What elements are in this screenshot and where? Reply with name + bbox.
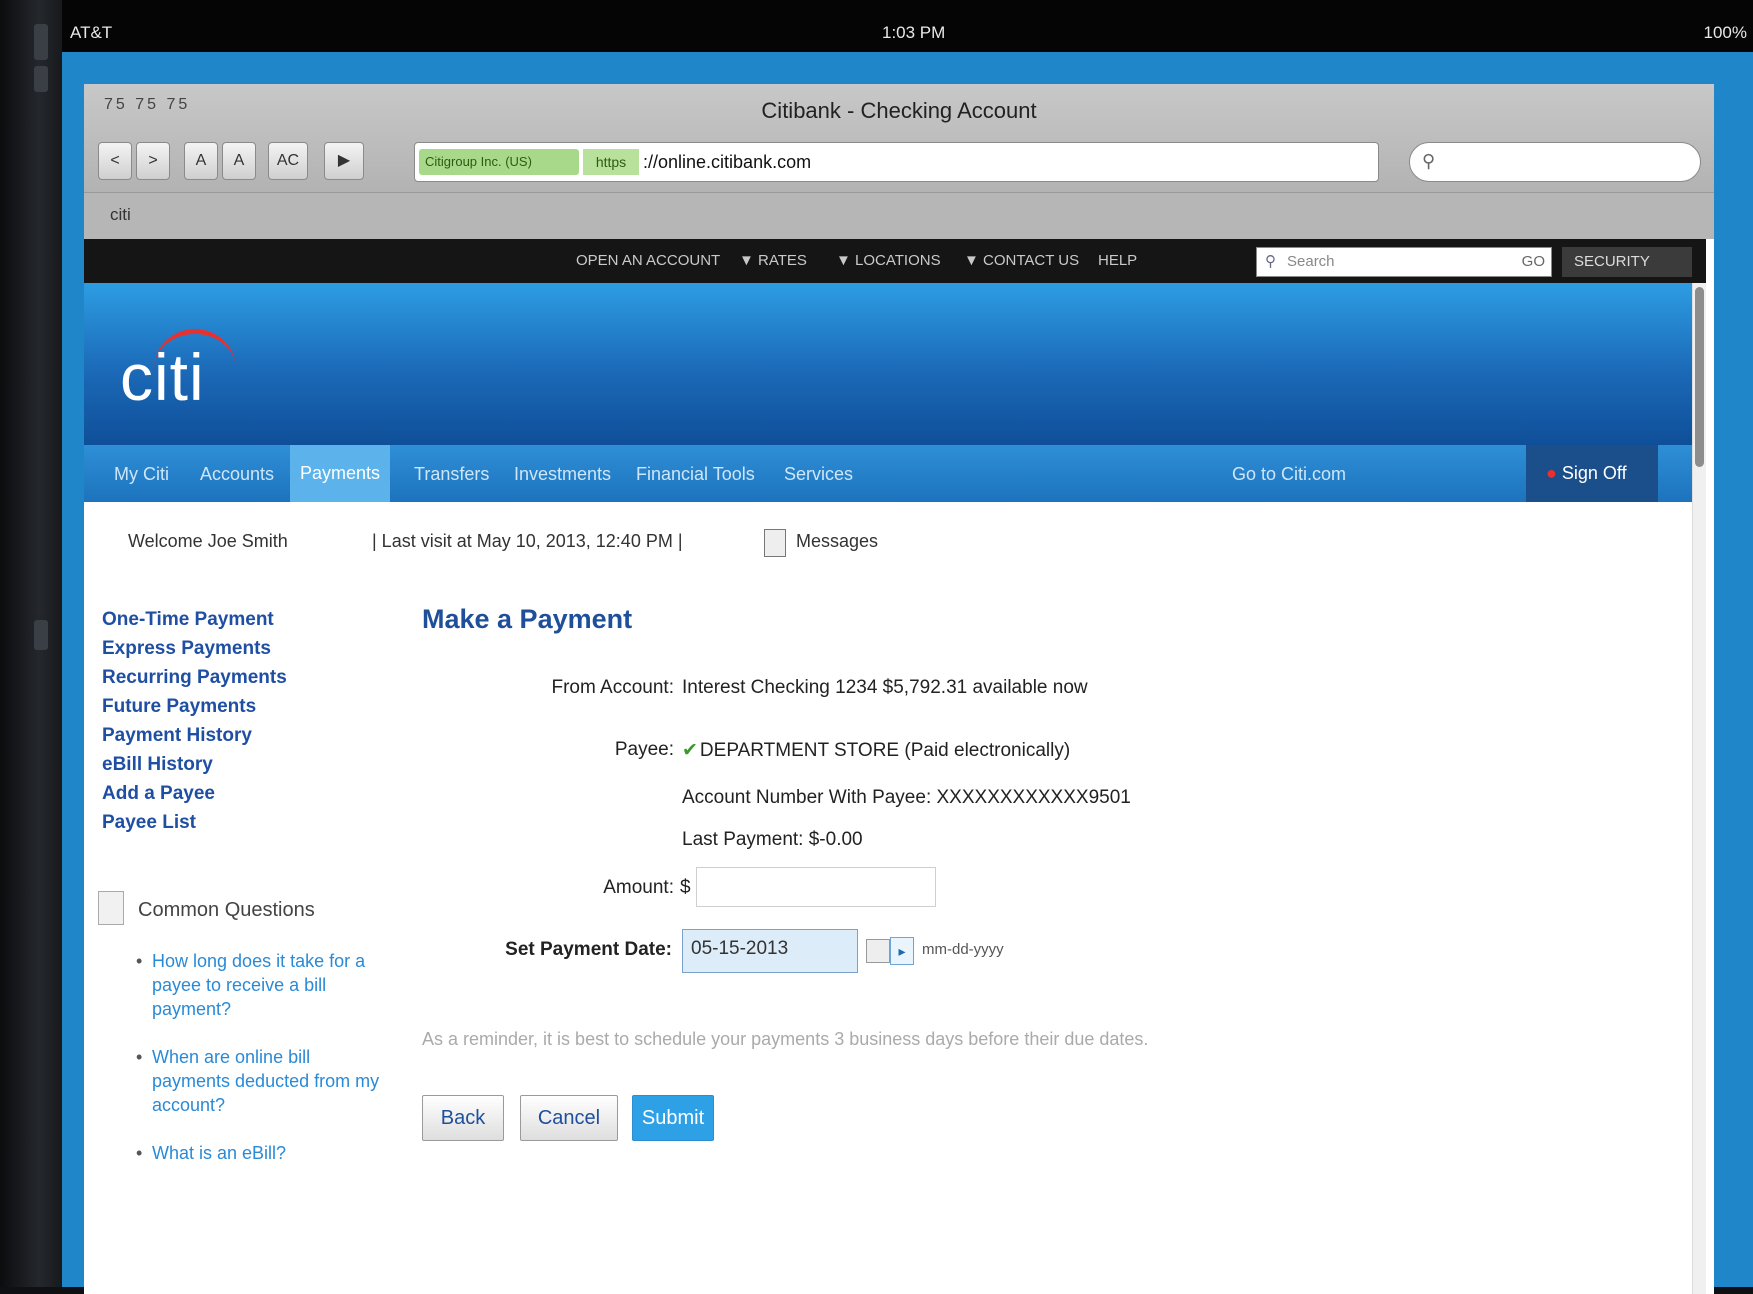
secure-badge: Citigroup Inc. (US)	[419, 149, 579, 175]
ebill-check-icon: ✔	[682, 740, 698, 761]
clock-label: 1:03 PM	[882, 23, 946, 42]
page-scrollbar[interactable]	[1692, 283, 1706, 1294]
sidenav-payment-history[interactable]: Payment History	[102, 721, 287, 750]
sidenav-future-payments[interactable]: Future Payments	[102, 692, 287, 721]
battery-label: 100%	[1703, 23, 1747, 42]
magnifier-icon: ⚲	[1422, 151, 1436, 171]
faq-link[interactable]: When are online bill payments deducted f…	[136, 1045, 386, 1117]
calendar-icon[interactable]	[866, 939, 890, 963]
text-larger-button[interactable]: A	[222, 142, 256, 180]
rates-link[interactable]: ▼ RATES	[739, 252, 807, 269]
scrollbar-thumb[interactable]	[1695, 287, 1704, 467]
hardware-button	[34, 24, 48, 60]
last-payment: Last Payment: $-0.00	[682, 829, 863, 850]
faq-link[interactable]: What is an eBill?	[136, 1141, 386, 1165]
last-visit-text: | Last visit at May 10, 2013, 12:40 PM |	[372, 531, 683, 551]
page-title: Make a Payment	[422, 604, 633, 634]
help-link[interactable]: HELP	[1098, 252, 1137, 269]
common-questions-title: Common Questions	[138, 899, 315, 921]
carrier-label: AT&T	[70, 23, 113, 42]
sidenav-express-payments[interactable]: Express Payments	[102, 634, 287, 663]
date-help-icon[interactable]: ▸	[890, 937, 914, 965]
utility-bar: OPEN AN ACCOUNT ▼ RATES ▼ LOCATIONS ▼ CO…	[84, 239, 1706, 283]
sidenav-one-time-payment[interactable]: One-Time Payment	[102, 605, 287, 634]
autofill-button[interactable]: AC	[268, 142, 308, 180]
nav-financial-tools[interactable]: Financial Tools	[636, 464, 755, 485]
forward-nav-button[interactable]: >	[136, 142, 170, 180]
tablet-device: AT&T 1:03 PM 100% 75 75 75 Citibank - Ch…	[0, 0, 1753, 1294]
sidenav-payee-list[interactable]: Payee List	[102, 808, 287, 837]
hardware-button	[34, 620, 48, 650]
sidenav-recurring-payments[interactable]: Recurring Payments	[102, 663, 287, 692]
brand-banner: citi	[84, 283, 1706, 445]
citi-logo[interactable]: citi	[120, 339, 205, 415]
currency-symbol: $	[680, 877, 691, 898]
contact-us-link[interactable]: ▼ CONTACT US	[964, 252, 1079, 269]
date-format-hint: mm-dd-yyyy	[922, 941, 1004, 958]
site-search-input[interactable]: ⚲ Search GO	[1256, 247, 1552, 277]
sidenav-add-payee[interactable]: Add a Payee	[102, 779, 287, 808]
device-bezel	[0, 0, 66, 1287]
common-questions-list: How long does it take for a payee to rec…	[136, 949, 386, 1189]
reader-button[interactable]: ▶	[324, 142, 364, 180]
from-account-label: From Account:	[551, 677, 675, 698]
nav-payments[interactable]: Payments	[290, 445, 391, 502]
payments-sidenav: One-Time Payment Express Payments Recurr…	[102, 605, 287, 837]
faq-link[interactable]: How long does it take for a payee to rec…	[136, 949, 386, 1021]
url-text: ://online.citibank.com	[643, 152, 812, 172]
search-icon: ⚲	[1265, 253, 1276, 270]
nav-my-citi[interactable]: My Citi	[114, 464, 169, 485]
hardware-button	[34, 66, 48, 92]
amount-input[interactable]	[696, 867, 936, 907]
nav-accounts[interactable]: Accounts	[200, 464, 274, 485]
sign-off-button[interactable]: ● Sign Off	[1526, 445, 1658, 502]
cancel-button[interactable]: Cancel	[520, 1095, 618, 1141]
web-page: OPEN AN ACCOUNT ▼ RATES ▼ LOCATIONS ▼ CO…	[84, 239, 1706, 1294]
search-placeholder: Search	[1287, 253, 1335, 270]
browser-chrome: 75 75 75 Citibank - Checking Account < >…	[84, 84, 1714, 239]
nav-services[interactable]: Services	[784, 464, 853, 485]
messages-link[interactable]: Messages	[796, 531, 878, 552]
screen-frame: 75 75 75 Citibank - Checking Account < >…	[62, 52, 1753, 1294]
tab-bar: citi	[84, 192, 1714, 239]
open-account-link[interactable]: OPEN AN ACCOUNT	[576, 252, 720, 269]
payee-value: ✔ DEPARTMENT STORE (Paid electronically)	[682, 739, 1070, 762]
browser-window: 75 75 75 Citibank - Checking Account < >…	[84, 84, 1714, 1294]
payee-label: Payee:	[614, 739, 674, 760]
address-bar[interactable]: Citigroup Inc. (US) https ://online.citi…	[414, 142, 1379, 182]
text-smaller-button[interactable]: A	[184, 142, 218, 180]
status-bar: AT&T 1:03 PM 100%	[62, 0, 1753, 52]
go-to-citi-link[interactable]: Go to Citi.com	[1232, 464, 1346, 485]
messages-icon[interactable]	[764, 529, 786, 557]
welcome-text: Welcome Joe Smith	[128, 531, 288, 551]
tab-citi[interactable]: citi	[110, 205, 131, 225]
payment-date-label: Set Payment Date:	[505, 939, 672, 960]
sidenav-ebill-history[interactable]: eBill History	[102, 750, 287, 779]
sign-off-label: Sign Off	[1561, 463, 1627, 483]
nav-transfers[interactable]: Transfers	[414, 464, 489, 485]
payee-account-number: Account Number With Payee: XXXXXXXXXXXX9…	[682, 787, 1131, 808]
https-label: https	[583, 149, 639, 175]
from-account-value: Interest Checking 1234 $5,792.31 availab…	[682, 677, 1088, 698]
signoff-dot-icon: ●	[1546, 463, 1557, 483]
locations-link[interactable]: ▼ LOCATIONS	[836, 252, 941, 269]
back-nav-button[interactable]: <	[98, 142, 132, 180]
amount-label: Amount:	[603, 877, 674, 898]
payment-date-input[interactable]: 05-15-2013	[682, 929, 858, 973]
security-button[interactable]: SECURITY	[1562, 247, 1692, 277]
search-go-button[interactable]: GO	[1522, 248, 1545, 276]
main-nav: My Citi Accounts Payments Transfers Inve…	[84, 445, 1706, 502]
reminder-text: As a reminder, it is best to schedule yo…	[422, 1029, 1149, 1049]
window-title: Citibank - Checking Account	[761, 98, 1037, 123]
payee-name: DEPARTMENT STORE (Paid electronically)	[699, 740, 1071, 761]
document-icon	[98, 891, 124, 925]
browser-search-field[interactable]: ⚲	[1409, 142, 1701, 182]
submit-button[interactable]: Submit	[632, 1095, 714, 1141]
back-button[interactable]: Back	[422, 1095, 504, 1141]
nav-investments[interactable]: Investments	[514, 464, 611, 485]
